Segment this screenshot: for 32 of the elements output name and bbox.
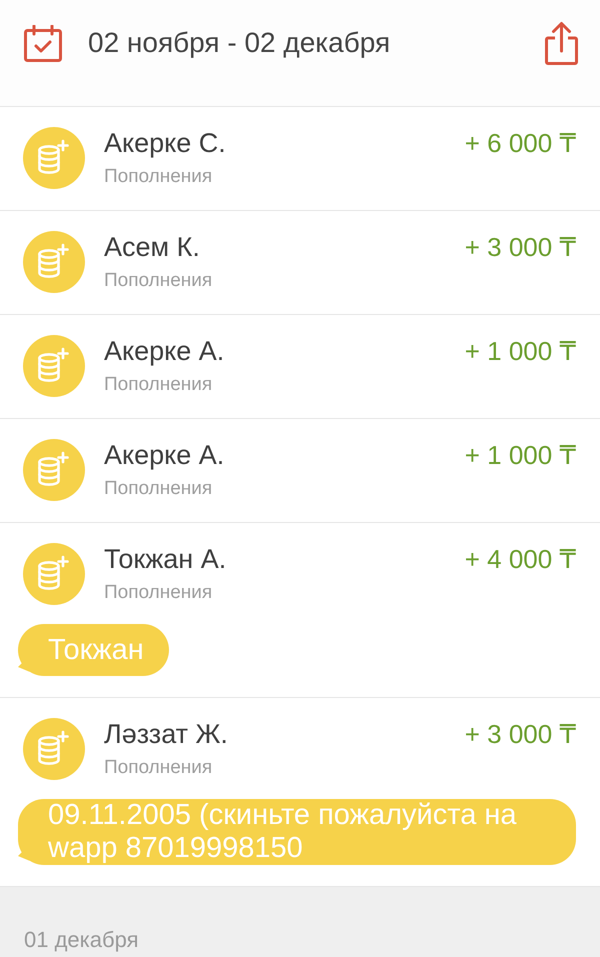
message-bubble: 09.11.2005 (скиньте пожалуйста на wapp 87019998150	[18, 799, 576, 865]
share-icon[interactable]	[545, 21, 578, 65]
transaction-amount: + 3 000 ₸	[464, 232, 576, 262]
payer-name: Акерке С.	[104, 128, 226, 158]
transaction-category: Пополнения	[104, 582, 212, 604]
transaction-amount: + 6 000 ₸	[464, 128, 576, 158]
bubble-tail-icon	[18, 852, 30, 861]
coin-stack-icon	[23, 543, 85, 605]
date-section-header: 01 декабря	[0, 887, 600, 957]
transaction-category: Пополнения	[104, 757, 212, 779]
payer-name: Акерке А.	[104, 440, 224, 470]
payer-name: Акерке А.	[104, 336, 224, 366]
transaction-amount: + 4 000 ₸	[464, 544, 576, 574]
coin-stack-icon	[23, 718, 85, 780]
calendar-icon[interactable]	[24, 24, 62, 62]
payer-name: Токжан А.	[104, 544, 226, 574]
transaction-amount: + 1 000 ₸	[464, 440, 576, 470]
coin-stack-icon	[23, 127, 85, 189]
transaction-category: Пополнения	[104, 166, 212, 188]
transaction-category: Пополнения	[104, 374, 212, 396]
payer-name: Ләззат Ж.	[104, 719, 228, 749]
transaction-amount: + 1 000 ₸	[464, 336, 576, 366]
message-bubble: Токжан	[18, 624, 169, 676]
transaction-amount: + 3 000 ₸	[464, 719, 576, 749]
transaction-category: Пополнения	[104, 478, 212, 500]
payer-name: Асем К.	[104, 232, 200, 262]
coin-stack-icon	[23, 231, 85, 293]
coin-stack-icon	[23, 439, 85, 501]
date-range-label[interactable]: 02 ноября - 02 декабря	[88, 26, 390, 60]
bubble-tail-icon	[18, 663, 30, 672]
transaction-category: Пополнения	[104, 270, 212, 292]
coin-stack-icon	[23, 335, 85, 397]
